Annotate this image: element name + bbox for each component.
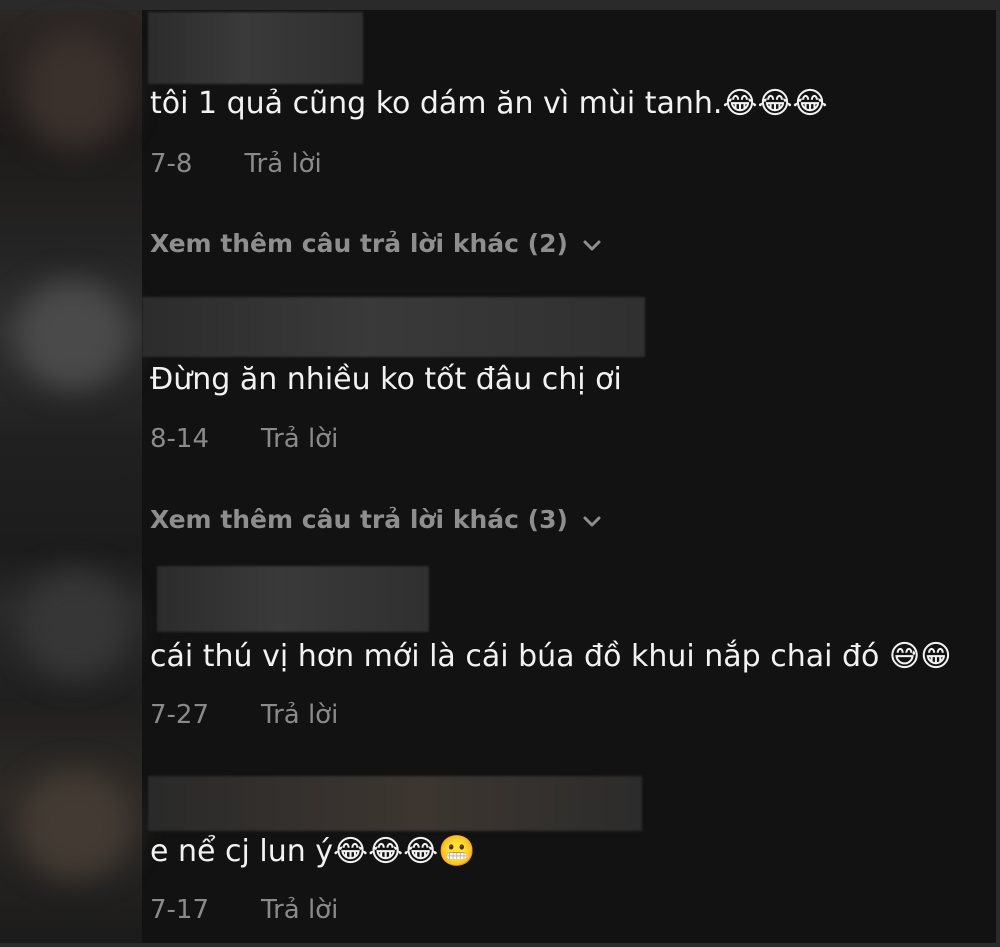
comment-meta: 7-8 Trả lời [150,149,322,180]
blurred-username [142,297,645,357]
avatar-column-blurred [0,10,142,943]
comment-meta: 8-14 Trả lời [150,424,338,455]
comment-text: tôi 1 quả cũng ko dám ăn vì mùi tanh.😂😂😂 [150,86,828,121]
view-more-replies-button[interactable]: Xem thêm câu trả lời khác (2) [150,229,602,260]
view-more-replies-button[interactable]: Xem thêm câu trả lời khác (3) [150,505,602,536]
right-border [996,0,1000,947]
view-more-replies-label: Xem thêm câu trả lời khác (2) [150,229,568,258]
comment-date: 8-14 [150,424,210,454]
bottom-border [0,943,1000,947]
reply-link[interactable]: Trả lời [261,700,338,730]
blurred-username [157,566,429,632]
comment-date: 7-17 [150,895,210,925]
avatar [20,30,130,150]
blurred-username [148,12,363,84]
reply-link[interactable]: Trả lời [261,895,338,925]
reply-link[interactable]: Trả lời [261,424,338,454]
comment-text: cái thú vị hơn mới là cái búa đồ khui nắ… [150,639,952,674]
reply-link[interactable]: Trả lời [244,149,321,179]
view-more-replies-label: Xem thêm câu trả lời khác (3) [150,505,568,534]
avatar [15,280,130,390]
comment-date: 7-27 [150,700,210,730]
top-border [0,0,1000,10]
blurred-username [148,776,642,831]
avatar [18,770,133,880]
avatar [20,570,130,680]
comment-date: 7-8 [150,149,193,179]
comment-meta: 7-27 Trả lời [150,700,338,731]
chevron-down-icon [582,506,602,536]
comment-meta: 7-17 Trả lời [150,895,338,926]
comment-text: Đừng ăn nhiều ko tốt đâu chị ơi [150,362,622,397]
comment-text: e nể cj lun ý😂😂😂😬 [150,834,476,869]
chevron-down-icon [582,230,602,260]
